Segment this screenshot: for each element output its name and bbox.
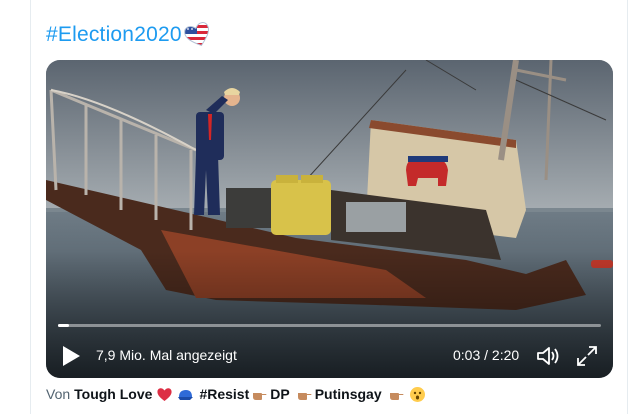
pointing-hand-emoji [389, 392, 404, 400]
video-frame-image [46, 60, 613, 378]
blue-cap-emoji [178, 389, 194, 400]
tweet-text: #Election2020 [46, 20, 212, 50]
time-display: 0:03 / 2:20 [453, 347, 520, 363]
pointing-hand-emoji [253, 392, 267, 400]
card-left-border [30, 0, 31, 414]
play-icon[interactable] [60, 344, 82, 368]
progress-fill [58, 324, 70, 327]
video-controls: 7,9 Mio. Mal angezeigt 0:03 / 2:20 [46, 338, 613, 374]
video-attribution: Von Tough Love #Resist DP Putinsgay [46, 384, 428, 404]
hashtag-resist[interactable]: #Resist [199, 386, 249, 402]
card-right-border [627, 0, 628, 414]
red-heart-emoji [157, 387, 173, 401]
fullscreen-icon[interactable] [576, 345, 598, 367]
hashtag-link[interactable]: #Election2020 [46, 23, 182, 47]
pointing-hand-emoji [297, 392, 312, 400]
view-count: 7,9 Mio. Mal angezeigt [96, 347, 237, 363]
shocked-face-emoji [409, 386, 425, 402]
progress-bar[interactable] [58, 324, 601, 327]
volume-icon[interactable] [536, 345, 560, 367]
video-player[interactable]: 7,9 Mio. Mal angezeigt 0:03 / 2:20 [46, 60, 613, 378]
flag-heart-emoji [183, 21, 212, 49]
tag-dp: DP [270, 386, 290, 402]
tag-putinsgay: Putinsgay [314, 386, 382, 402]
author-name[interactable]: Tough Love [74, 386, 152, 402]
byline-prefix: Von [46, 386, 71, 402]
